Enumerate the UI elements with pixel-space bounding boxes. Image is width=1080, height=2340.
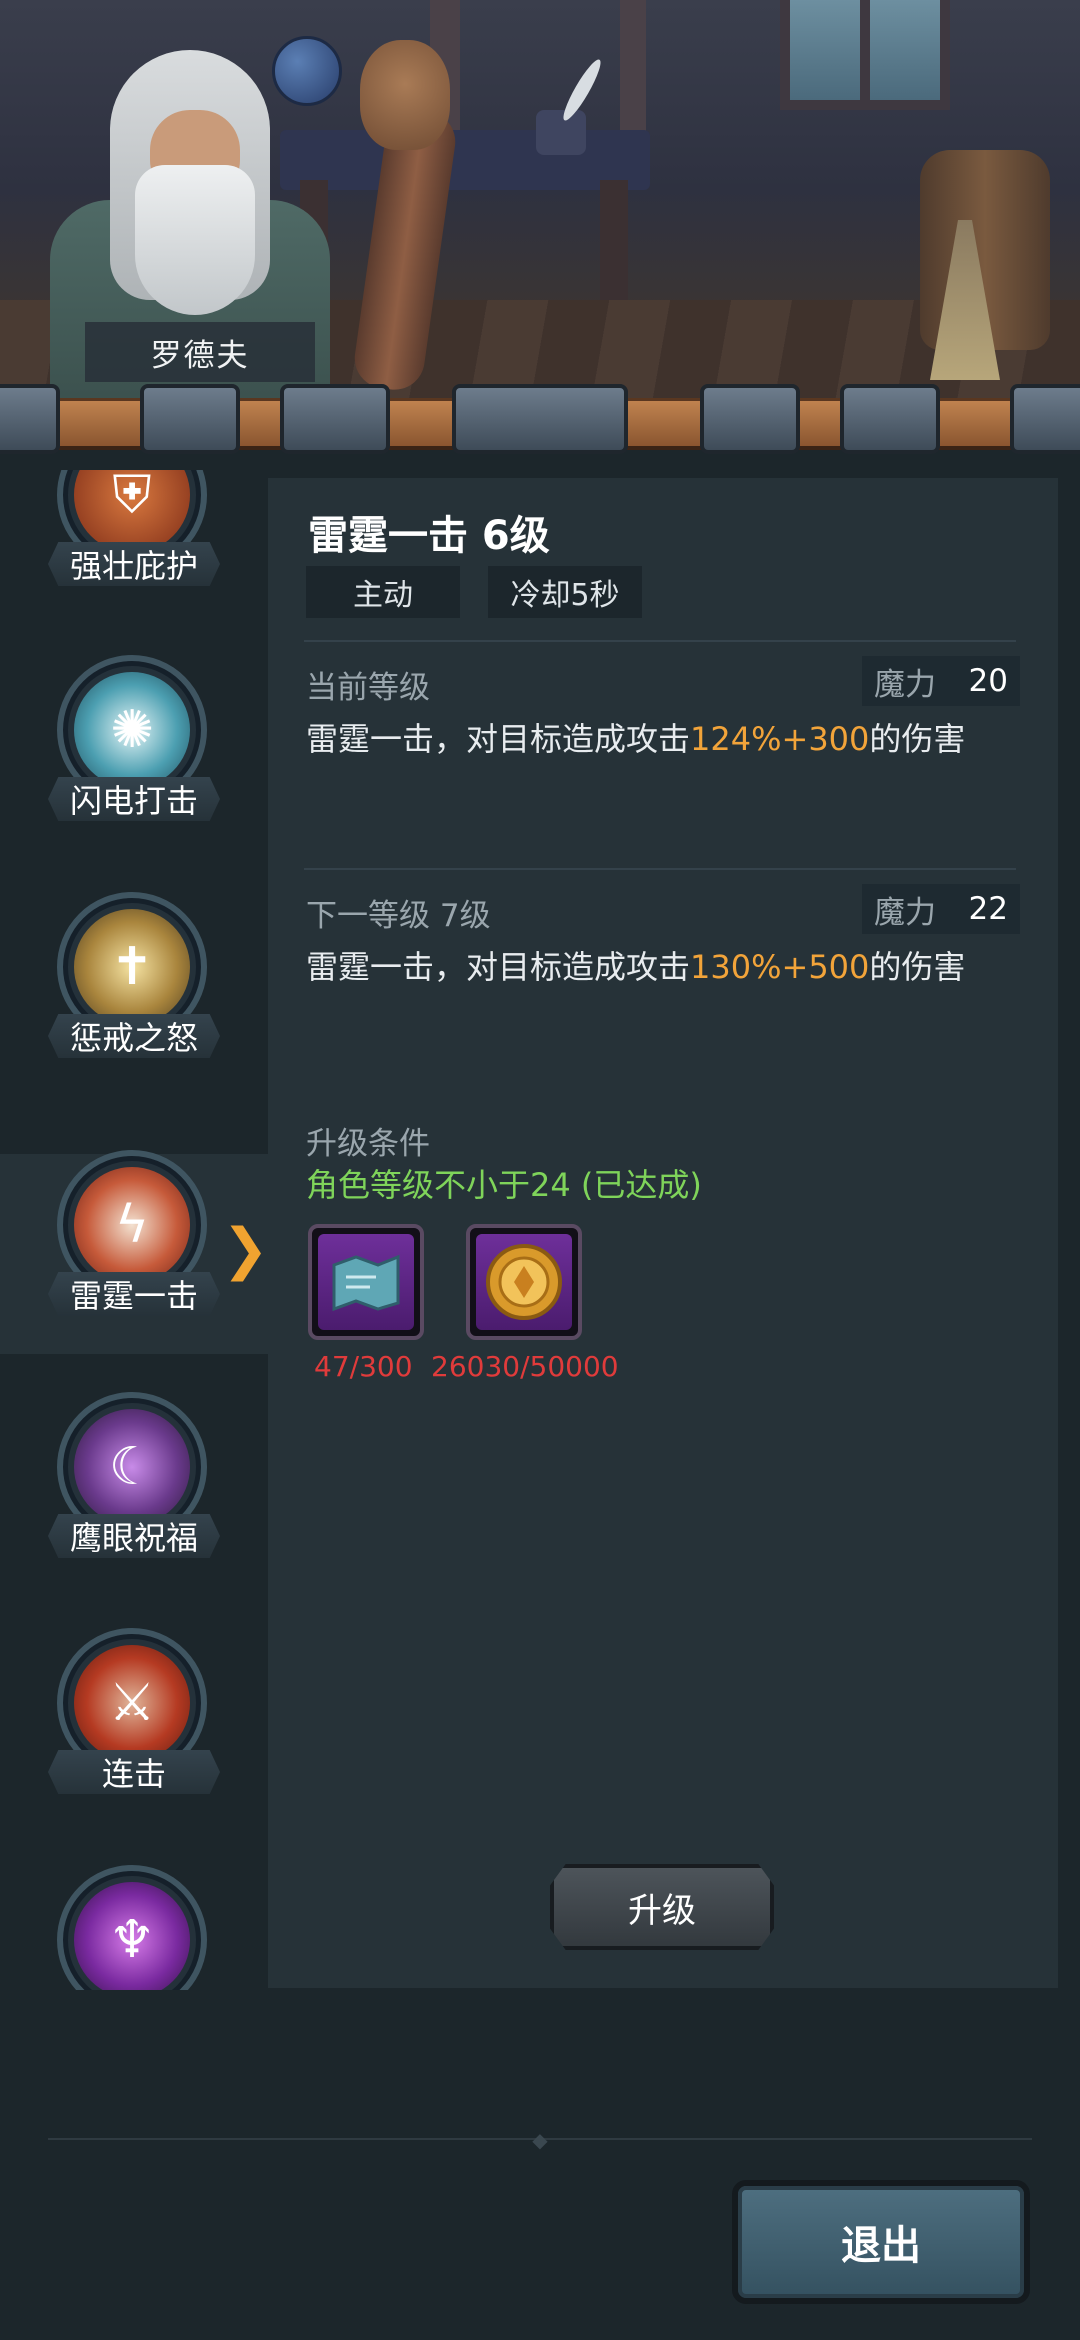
desk-leg: [600, 180, 628, 300]
skill-cooldown-tag: 冷却5秒: [488, 566, 642, 618]
desc-text: 雷霆一击，对目标造成攻击: [306, 948, 691, 986]
skill-label: 惩戒之怒: [48, 1014, 220, 1058]
gold-coin-icon-svg: [486, 1244, 562, 1320]
demon-icon: ♆: [74, 1882, 190, 1990]
current-level-head: 当前等级: [306, 670, 430, 706]
selected-arrow-icon: ❯: [222, 1217, 269, 1282]
bottom-bar: ◆ 退出: [0, 2008, 1080, 2340]
rail-block: [840, 384, 940, 454]
mana-label: 魔力: [874, 666, 936, 703]
rail-block: [140, 384, 240, 454]
skill-item-2[interactable]: ✺ 闪电打击: [0, 655, 268, 855]
material-count-scroll: 47/300: [314, 1350, 413, 1383]
skill-item-3[interactable]: ✝ 惩戒之怒: [0, 892, 268, 1092]
current-description: 雷霆一击，对目标造成攻击124%+300的伤害: [306, 714, 965, 760]
skill-ring: ♆: [57, 1865, 207, 1990]
rail-block: [1010, 384, 1080, 454]
desc-highlight: 130%+500: [690, 948, 870, 986]
material-slot-gold[interactable]: [466, 1224, 582, 1340]
holy-sword-icon: ✝: [74, 909, 190, 1025]
rail-block: [452, 384, 628, 454]
skill-type-tag: 主动: [306, 566, 460, 618]
shield-rock-icon: ⛨: [74, 470, 190, 553]
upgrade-button[interactable]: 升级: [550, 1864, 774, 1950]
owl-icon: [360, 40, 450, 150]
mana-label: 魔力: [874, 894, 936, 931]
desc-highlight: 124%+300: [690, 720, 870, 758]
crossed-axes-icon: ⚔: [74, 1645, 190, 1761]
material-count-gold: 26030/50000: [431, 1350, 619, 1383]
scroll-map-icon: [318, 1234, 414, 1330]
rail-block: [280, 384, 390, 454]
mana-value: 20: [968, 663, 1008, 699]
skill-label: 闪电打击: [48, 777, 220, 821]
upgrade-condition-title: 升级条件: [306, 1126, 430, 1162]
skill-title: 雷霆一击 6级: [308, 513, 550, 559]
wall-beam: [620, 0, 646, 150]
upgrade-condition-text: 角色等级不小于24 (已达成): [306, 1166, 702, 1204]
lightning-orb-icon: ✺: [74, 672, 190, 788]
current-mana: 魔力 20: [862, 656, 1020, 706]
desc-text: 的伤害: [869, 948, 966, 986]
rail-block: [0, 384, 60, 454]
skill-label: 强壮庇护: [48, 542, 220, 586]
thunder-strike-icon: ϟ: [74, 1167, 190, 1283]
skill-label: 鹰眼祝福: [48, 1514, 220, 1558]
skill-label: 连击: [48, 1750, 220, 1794]
skill-item-5[interactable]: ☾ 鹰眼祝福: [0, 1392, 268, 1592]
divider: [304, 868, 1016, 870]
mana-value: 22: [968, 891, 1008, 927]
desc-text: 的伤害: [869, 720, 966, 758]
next-description: 雷霆一击，对目标造成攻击130%+500的伤害: [306, 942, 965, 988]
npc-name: 罗德夫: [85, 322, 315, 382]
skill-item-6[interactable]: ⚔ 连击: [0, 1628, 268, 1828]
ornament-icon: ◆: [532, 2128, 548, 2152]
scroll-map-icon-svg: [332, 1254, 400, 1312]
desc-text: 雷霆一击，对目标造成攻击: [306, 720, 691, 758]
moon-eye-icon: ☾: [74, 1409, 190, 1525]
next-level-head: 下一等级 7级: [306, 898, 491, 934]
skill-detail-panel: 雷霆一击 6级 主动 冷却5秒 当前等级 魔力 20 雷霆一击，对目标造成攻击1…: [268, 478, 1058, 1988]
divider: [304, 640, 1016, 642]
skill-label: 雷霆一击: [48, 1272, 220, 1316]
exit-button[interactable]: 退出: [732, 2180, 1030, 2304]
window: [780, 0, 950, 110]
gold-coin-icon: [476, 1234, 572, 1330]
npc-scene: 罗德夫: [0, 0, 1080, 420]
material-slot-scroll[interactable]: [308, 1224, 424, 1340]
next-mana: 魔力 22: [862, 884, 1020, 934]
wizard-beard: [135, 165, 255, 315]
inkpot-icon: [536, 110, 586, 155]
skill-item-1[interactable]: ⛨ 强壮庇护: [0, 470, 268, 620]
skill-item-7[interactable]: ♆: [0, 1865, 268, 1990]
rail-block: [700, 384, 800, 454]
